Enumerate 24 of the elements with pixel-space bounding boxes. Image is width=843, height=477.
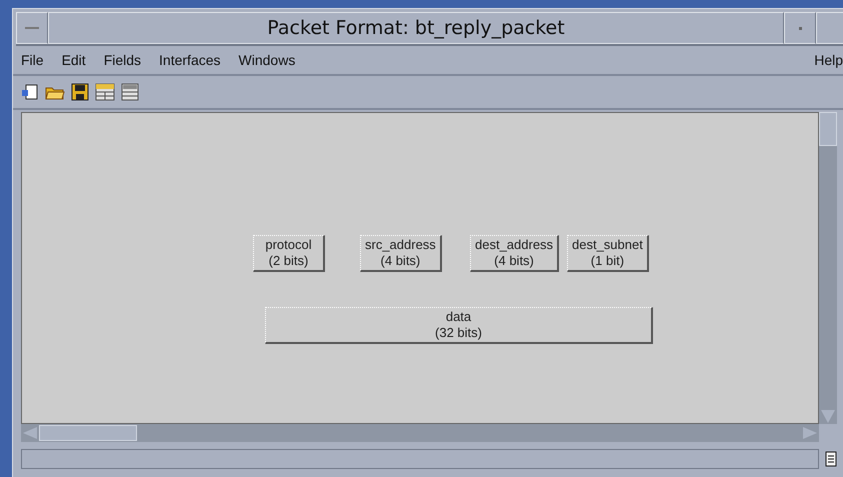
horizontal-scrollbar[interactable] [21,424,819,442]
dash-icon [25,26,39,30]
packet-field[interactable]: dest_address (4 bits) [470,235,560,272]
new-document-icon[interactable] [21,83,39,101]
grid-icon[interactable] [121,83,139,101]
menu-item[interactable]: File [21,52,44,68]
table-icon[interactable] [95,83,115,101]
scroll-thumb[interactable] [39,425,137,441]
menu-item[interactable]: Fields [104,52,142,68]
packet-field[interactable]: src_address (4 bits) [360,235,442,272]
log-icon[interactable] [823,450,839,468]
scroll-thumb[interactable] [819,112,837,146]
window-menu-button[interactable] [16,12,48,44]
menu-item[interactable]: Edit [62,52,86,68]
menu-item[interactable]: Interfaces [159,52,221,68]
vertical-scrollbar[interactable] [819,112,837,424]
window-title: Packet Format: bt_reply_packet [48,12,784,44]
minimize-button[interactable] [784,12,816,44]
packet-field[interactable]: dest_subnet (1 bit) [567,235,649,272]
packet-field[interactable]: protocol (2 bits) [253,235,325,272]
packet-field[interactable]: data (32 bits) [265,307,653,344]
save-icon[interactable] [71,83,89,101]
menu-item[interactable]: Windows [238,52,296,68]
menu-item[interactable]: Help [814,52,843,68]
